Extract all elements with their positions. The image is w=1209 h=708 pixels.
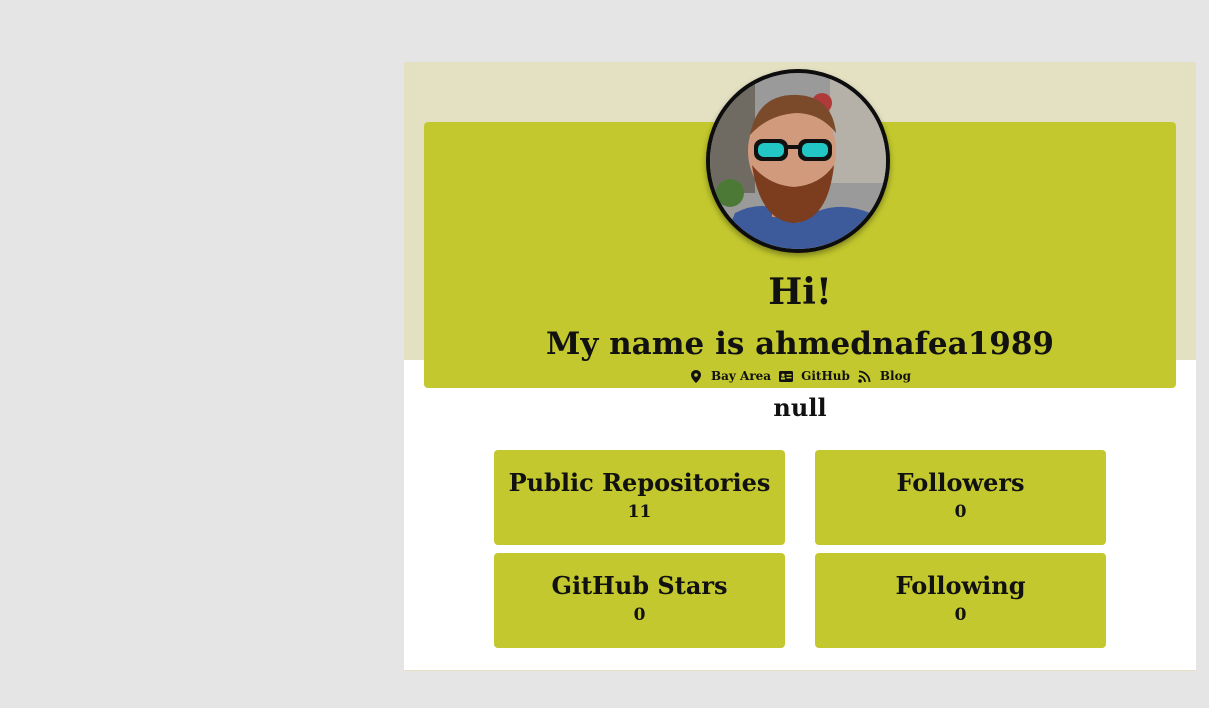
stat-label: Public Repositories [508, 468, 771, 497]
profile-bio: null [773, 393, 827, 422]
stat-following: Following 0 [815, 553, 1106, 648]
stat-followers: Followers 0 [815, 450, 1106, 545]
blog-link[interactable]: Blog [858, 368, 911, 384]
stat-value: 0 [954, 605, 967, 625]
avatar-photo [710, 73, 886, 249]
github-link[interactable]: GitHub [779, 368, 850, 384]
id-card-icon [779, 369, 794, 383]
greeting-heading: Hi! [768, 271, 832, 313]
location-link: Bay Area [689, 368, 771, 384]
rss-icon [858, 369, 872, 383]
stat-github-stars: GitHub Stars 0 [494, 553, 785, 648]
profile-card: Hi! My name is ahmednafea1989 Bay Area G… [404, 62, 1196, 670]
stat-label: Followers [896, 468, 1025, 497]
stat-value: 0 [633, 605, 646, 625]
stat-label: GitHub Stars [551, 571, 728, 600]
stat-public-repositories: Public Repositories 11 [494, 450, 785, 545]
github-label: GitHub [801, 369, 850, 383]
stat-value: 11 [627, 502, 652, 522]
profile-name-heading: My name is ahmednafea1989 [546, 326, 1054, 362]
location-label: Bay Area [710, 369, 772, 383]
stat-value: 0 [954, 502, 967, 522]
stat-label: Following [895, 571, 1026, 600]
map-marker-icon [689, 369, 703, 383]
avatar [706, 69, 890, 253]
blog-label: Blog [879, 369, 912, 383]
profile-links: Bay Area GitHub Blog [404, 368, 1196, 384]
